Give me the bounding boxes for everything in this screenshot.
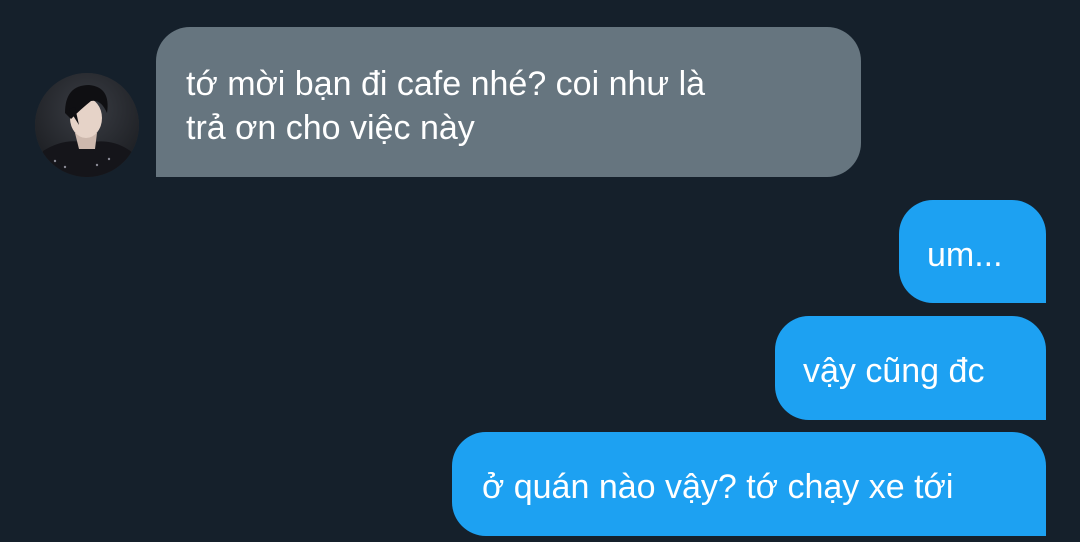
sent-message-text: vậy cũng đc [803, 352, 985, 390]
avatar-photo [35, 73, 139, 177]
sent-message-bubble[interactable]: ở quán nào vậy? tớ chạy xe tới [452, 432, 1046, 536]
received-message-bubble[interactable]: tớ mời bạn đi cafe nhé? coi như là trả ơ… [156, 27, 861, 177]
sent-message-text: ở quán nào vậy? tớ chạy xe tới [482, 468, 954, 506]
sent-message-bubble[interactable]: um... [899, 200, 1046, 303]
user-avatar[interactable] [35, 73, 139, 177]
sent-message-bubble[interactable]: vậy cũng đc [775, 316, 1046, 420]
received-message-line-2: trả ơn cho việc này [186, 109, 475, 147]
sent-message-text: um... [927, 236, 1003, 274]
received-message-line-1: tớ mời bạn đi cafe nhé? coi như là [186, 65, 706, 103]
